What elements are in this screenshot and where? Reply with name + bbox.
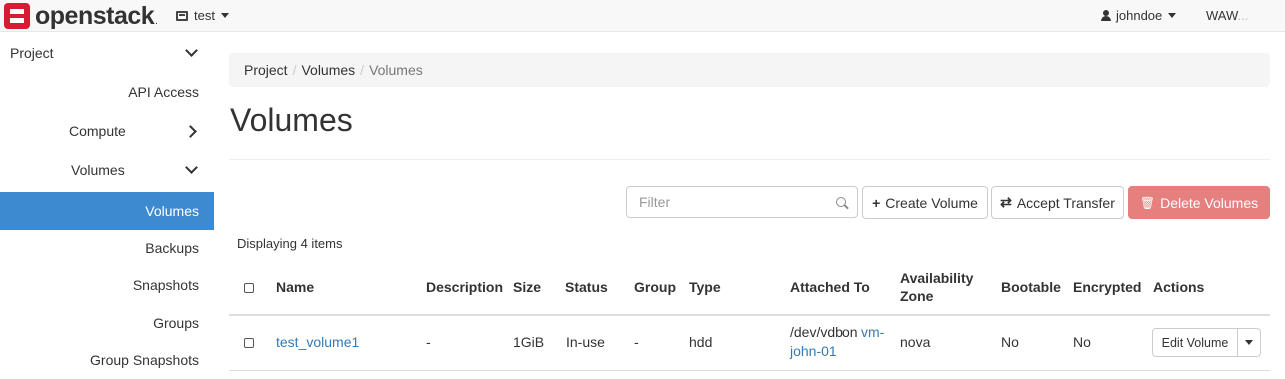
region-name-faded: ...: [1237, 8, 1249, 23]
breadcrumb-current: Volumes: [369, 62, 423, 78]
sidebar-item-label: Groups: [153, 315, 199, 331]
column-header-size[interactable]: Size: [513, 279, 541, 295]
top-navbar: openstack . test johndoe WAW...: [0, 0, 1285, 32]
project-name: test: [194, 8, 215, 23]
user-icon: [1101, 10, 1111, 21]
sidebar-item-label: Group Snapshots: [90, 352, 199, 368]
sidebar-item-volumes-group[interactable]: Volumes: [0, 151, 214, 189]
brand[interactable]: openstack .: [4, 2, 158, 30]
divider: [229, 159, 1270, 160]
caret-down-icon: [1245, 340, 1253, 345]
attached-instance-link[interactable]: vm-: [861, 324, 884, 340]
search-icon[interactable]: [836, 197, 846, 207]
sidebar-item-api-access[interactable]: API Access: [0, 73, 214, 111]
chevron-right-icon: [184, 125, 197, 138]
volume-status: In-use: [566, 334, 605, 350]
volume-description: -: [426, 334, 431, 350]
breadcrumb: Project / Volumes / Volumes: [229, 53, 1270, 87]
volume-encrypted: No: [1073, 334, 1091, 350]
sidebar-item-label: API Access: [128, 84, 199, 100]
table-row-divider: [229, 370, 1270, 371]
user-menu[interactable]: johndoe: [1101, 8, 1177, 23]
sidebar-item-compute[interactable]: Compute: [0, 112, 214, 150]
volume-size: 1GiB: [513, 334, 545, 350]
sidebar-item-label: Volumes: [145, 203, 199, 219]
column-header-availability-zone[interactable]: Availability: [900, 270, 973, 286]
sidebar-item-group-snapshots[interactable]: Group Snapshots: [0, 341, 214, 379]
project-selector[interactable]: test: [176, 8, 229, 23]
openstack-logo-icon: [4, 3, 30, 29]
column-header-availability-zone-line2: Zone: [900, 288, 934, 304]
sidebar: Project API Access Compute Volumes Volum…: [0, 33, 214, 373]
sidebar-item-groups[interactable]: Groups: [0, 304, 214, 342]
column-header-description[interactable]: Description: [426, 279, 503, 295]
attached-on: on: [842, 324, 858, 340]
sidebar-item-project[interactable]: Project: [0, 34, 214, 72]
sidebar-item-label: Project: [10, 45, 54, 61]
column-header-bootable[interactable]: Bootable: [1001, 279, 1061, 295]
item-count: Displaying 4 items: [237, 236, 343, 251]
column-header-name[interactable]: Name: [276, 279, 314, 295]
column-header-group[interactable]: Group: [634, 279, 676, 295]
breadcrumb-volumes[interactable]: Volumes: [301, 62, 355, 78]
select-all-checkbox[interactable]: [244, 283, 254, 293]
brand-dot: .: [155, 15, 158, 27]
breadcrumb-separator: /: [360, 62, 365, 78]
trash-icon: 🗑: [1139, 195, 1156, 210]
column-header-status[interactable]: Status: [565, 279, 608, 295]
user-name: johndoe: [1116, 8, 1163, 23]
plus-icon: +: [872, 194, 881, 211]
column-header-actions: Actions: [1153, 279, 1205, 295]
sidebar-item-volumes[interactable]: Volumes: [0, 192, 214, 230]
volume-availability-zone: nova: [900, 334, 931, 350]
sidebar-item-label: Backups: [145, 240, 199, 256]
breadcrumb-separator: /: [292, 62, 297, 78]
chevron-down-icon: [185, 161, 198, 174]
delete-volumes-label: Delete Volumes: [1160, 194, 1259, 211]
column-header-attached-to[interactable]: Attached To: [790, 279, 870, 295]
edit-volume-button[interactable]: Edit Volume: [1152, 328, 1238, 357]
accept-transfer-button[interactable]: ⇄ Accept Transfer: [991, 186, 1124, 219]
sidebar-item-label: Compute: [69, 123, 126, 139]
region-name: WAW: [1206, 8, 1238, 23]
sidebar-item-label: Volumes: [71, 162, 125, 178]
page-title: Volumes: [230, 102, 353, 138]
accept-transfer-label: Accept Transfer: [1016, 194, 1115, 211]
brand-name: openstack: [35, 1, 155, 30]
transfer-icon: ⇄: [1000, 194, 1012, 210]
row-actions-dropdown-toggle[interactable]: [1237, 328, 1261, 357]
volume-bootable: No: [1001, 334, 1019, 350]
filter-input[interactable]: [626, 186, 858, 218]
create-volume-label: Create Volume: [885, 194, 978, 211]
volume-name-link[interactable]: test_volume1: [276, 334, 359, 350]
column-header-encrypted[interactable]: Encrypted: [1073, 279, 1141, 295]
create-volume-button[interactable]: + Create Volume: [862, 186, 988, 219]
chevron-down-icon: [185, 44, 198, 57]
sidebar-item-snapshots[interactable]: Snapshots: [0, 266, 214, 304]
volume-type: hdd: [689, 334, 713, 350]
sidebar-item-label: Snapshots: [132, 277, 199, 293]
breadcrumb-project[interactable]: Project: [244, 62, 288, 78]
delete-volumes-button[interactable]: 🗑 Delete Volumes: [1128, 186, 1270, 219]
column-header-type[interactable]: Type: [689, 279, 721, 295]
attached-instance-link-line2[interactable]: john-01: [790, 343, 837, 359]
table-header-divider: [229, 314, 1270, 316]
region-selector[interactable]: WAW...: [1206, 8, 1248, 23]
attached-device: /dev/vdb: [790, 324, 843, 340]
row-checkbox[interactable]: [244, 338, 254, 348]
caret-down-icon: [1168, 13, 1177, 18]
project-icon: [176, 10, 188, 21]
caret-down-icon: [220, 13, 229, 18]
sidebar-item-backups[interactable]: Backups: [0, 229, 214, 267]
volume-group: -: [634, 334, 639, 350]
